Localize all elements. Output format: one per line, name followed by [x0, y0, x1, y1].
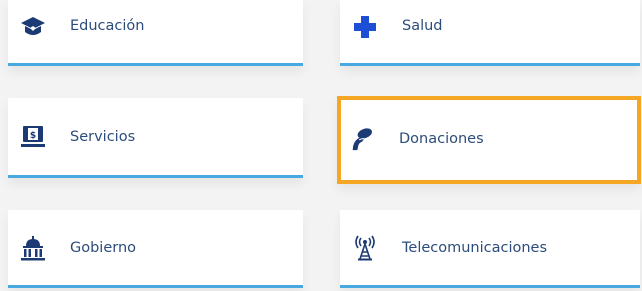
category-label: Donaciones	[399, 130, 484, 147]
category-card-salud[interactable]: Salud	[340, 0, 640, 66]
category-label: Gobierno	[70, 239, 137, 256]
category-grid: Educación Salud $ Servicios Donaciones G…	[0, 0, 642, 291]
category-label: Servicios	[70, 128, 136, 145]
government-building-icon	[20, 235, 46, 261]
medical-cross-icon	[352, 14, 378, 40]
svg-text:$: $	[30, 131, 36, 141]
category-label: Educación	[70, 18, 145, 34]
giving-hand-icon	[349, 126, 375, 152]
category-card-educacion[interactable]: Educación	[8, 0, 303, 66]
category-card-gobierno[interactable]: Gobierno	[8, 210, 303, 288]
category-label: Telecomunicaciones	[402, 239, 548, 256]
graduation-cap-icon	[20, 14, 46, 40]
category-card-telecomunicaciones[interactable]: Telecomunicaciones	[340, 210, 640, 288]
computer-bill-icon: $	[20, 124, 46, 150]
category-card-donaciones[interactable]: Donaciones	[337, 96, 641, 184]
antenna-icon	[352, 235, 378, 261]
category-label: Salud	[402, 18, 443, 34]
category-card-servicios[interactable]: $ Servicios	[8, 98, 303, 178]
